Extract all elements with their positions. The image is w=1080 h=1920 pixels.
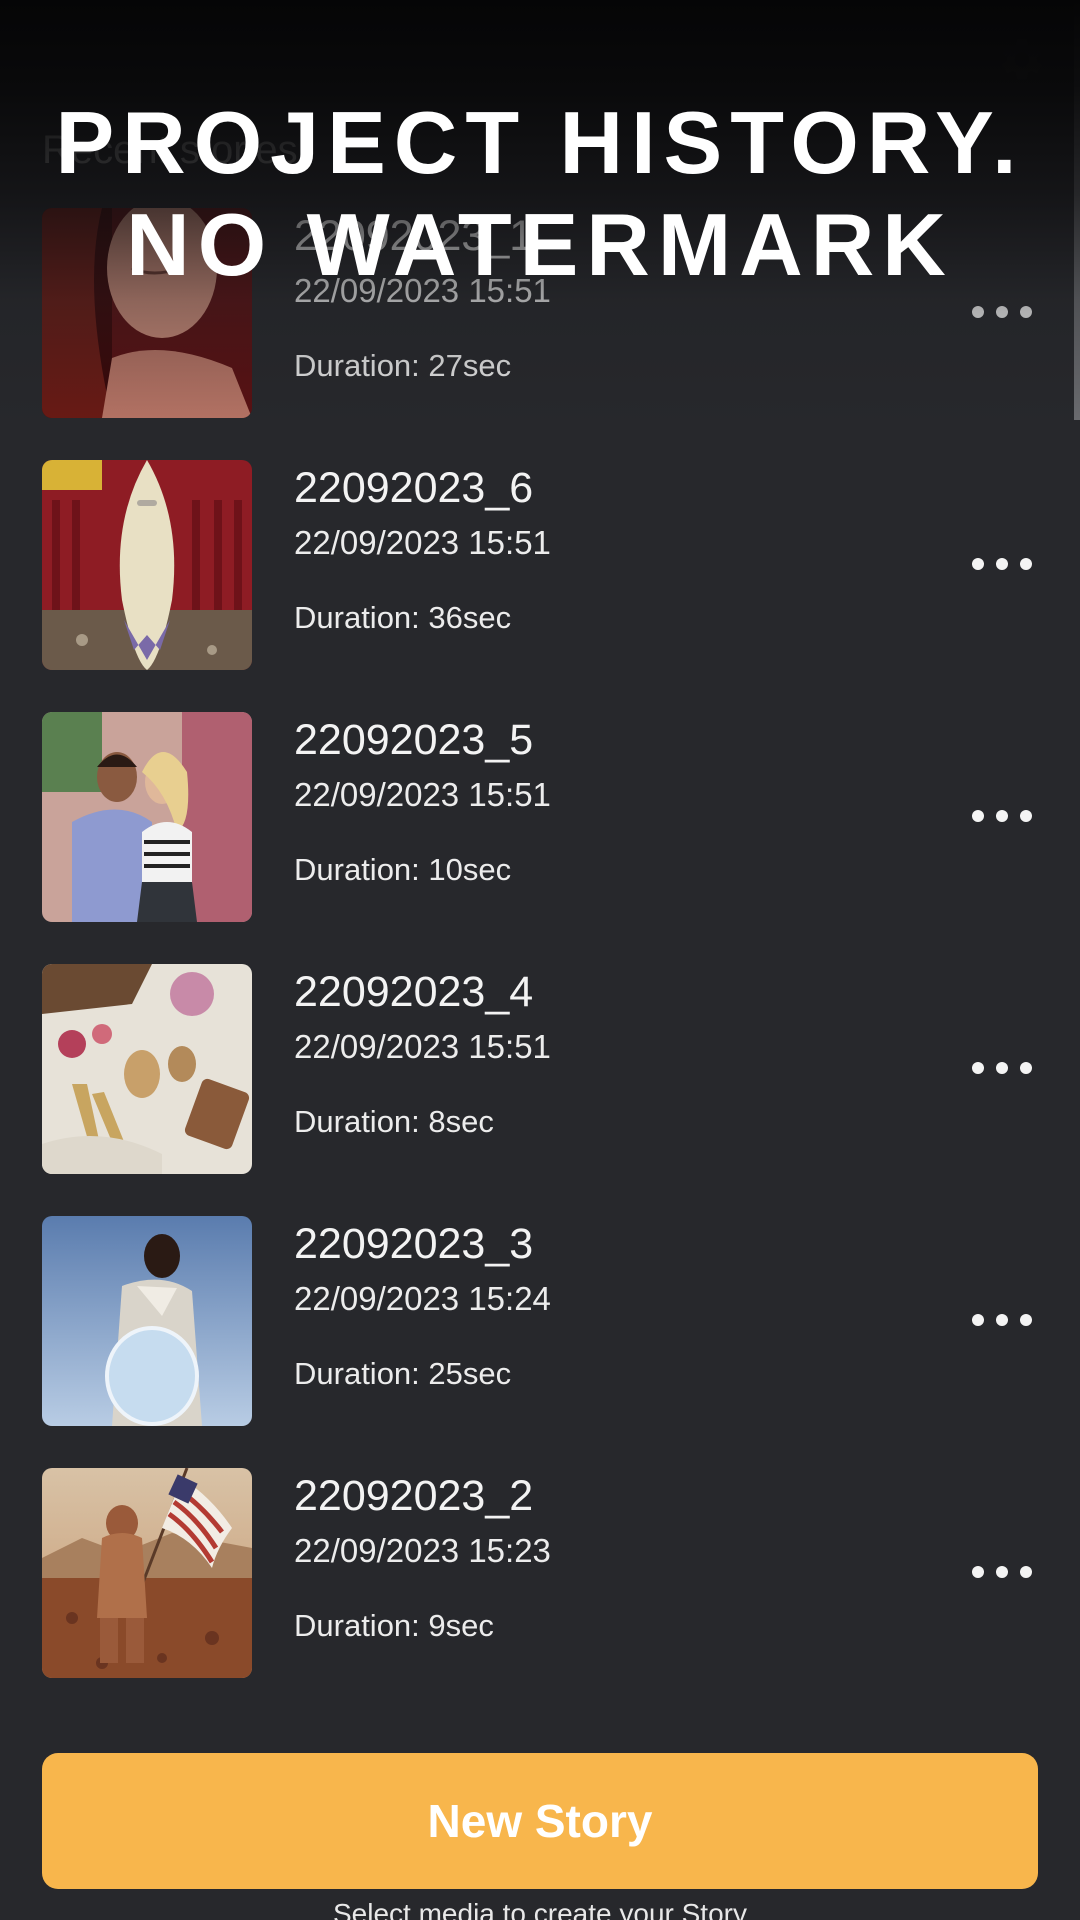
more-options-button[interactable] <box>972 1554 1032 1590</box>
more-horizontal-icon <box>1020 1062 1032 1074</box>
more-horizontal-icon <box>972 810 984 822</box>
story-name: 22092023_1 <box>294 212 534 260</box>
new-story-button[interactable]: New Story <box>42 1753 1038 1889</box>
new-story-hint: Select media to create your Story <box>333 1898 747 1920</box>
more-options-button[interactable] <box>972 1302 1032 1338</box>
more-horizontal-icon <box>996 810 1008 822</box>
more-horizontal-icon <box>1020 558 1032 570</box>
astronaut-flag-image <box>42 1468 252 1678</box>
story-item[interactable]: 22092023_5 22/09/2023 15:51 Duration: 10… <box>0 712 1080 922</box>
couple-image <box>42 712 252 922</box>
more-horizontal-icon <box>972 1062 984 1074</box>
more-options-button[interactable] <box>972 1050 1032 1086</box>
more-horizontal-icon <box>1020 1314 1032 1326</box>
story-name: 22092023_5 <box>294 716 534 764</box>
more-options-button[interactable] <box>972 546 1032 582</box>
story-date: 22/09/2023 15:24 <box>294 1280 551 1317</box>
story-date: 22/09/2023 15:51 <box>294 776 551 813</box>
accessories-image <box>42 964 252 1174</box>
story-date: 22/09/2023 15:23 <box>294 1532 551 1569</box>
story-item[interactable]: 22092023_2 22/09/2023 15:23 Duration: 9s… <box>0 1468 1080 1678</box>
more-options-button[interactable] <box>972 798 1032 834</box>
more-horizontal-icon <box>996 1314 1008 1326</box>
more-horizontal-icon <box>972 1566 984 1578</box>
story-duration: Duration: 10sec <box>294 852 512 887</box>
more-horizontal-icon <box>972 558 984 570</box>
story-thumbnail[interactable] <box>42 460 252 670</box>
story-thumbnail[interactable] <box>42 208 252 418</box>
scrollbar[interactable] <box>1074 0 1080 420</box>
story-thumbnail[interactable] <box>42 1216 252 1426</box>
story-item[interactable]: 22092023_4 22/09/2023 15:51 Duration: 8s… <box>0 964 1080 1174</box>
more-horizontal-icon <box>996 1566 1008 1578</box>
story-duration: Duration: 27sec <box>294 348 512 383</box>
story-duration: Duration: 8sec <box>294 1104 494 1139</box>
story-duration: Duration: 9sec <box>294 1608 494 1643</box>
more-horizontal-icon <box>972 306 984 318</box>
more-horizontal-icon <box>1020 306 1032 318</box>
woman-portrait-image <box>42 208 252 418</box>
story-date: 22/09/2023 15:51 <box>294 524 551 561</box>
story-name: 22092023_6 <box>294 464 534 512</box>
story-item[interactable]: 22092023_3 22/09/2023 15:24 Duration: 25… <box>0 1216 1080 1426</box>
story-item[interactable]: 22092023_6 22/09/2023 15:51 Duration: 36… <box>0 460 1080 670</box>
more-horizontal-icon <box>996 1062 1008 1074</box>
story-date: 22/09/2023 15:51 <box>294 1028 551 1065</box>
story-duration: Duration: 36sec <box>294 600 512 635</box>
story-name: 22092023_4 <box>294 968 534 1016</box>
gear-icon <box>1002 39 1042 80</box>
recent-stories-screen: Recent stories 22092023_1 22/09/2023 15:… <box>0 0 1080 1920</box>
story-duration: Duration: 25sec <box>294 1356 512 1391</box>
story-date: 22/09/2023 15:51 <box>294 272 551 309</box>
more-horizontal-icon <box>972 1314 984 1326</box>
man-mirror-image <box>42 1216 252 1426</box>
story-name: 22092023_2 <box>294 1472 534 1520</box>
story-name: 22092023_3 <box>294 1220 534 1268</box>
more-horizontal-icon <box>1020 1566 1032 1578</box>
section-title: Recent stories <box>42 128 298 172</box>
settings-button[interactable] <box>994 32 1050 88</box>
story-thumbnail[interactable] <box>42 712 252 922</box>
more-horizontal-icon <box>996 306 1008 318</box>
more-horizontal-icon <box>1020 810 1032 822</box>
more-horizontal-icon <box>996 558 1008 570</box>
story-thumbnail[interactable] <box>42 1468 252 1678</box>
story-item[interactable]: 22092023_1 22/09/2023 15:51 Duration: 27… <box>0 208 1080 418</box>
story-thumbnail[interactable] <box>42 964 252 1174</box>
surfboard-image <box>42 460 252 670</box>
more-options-button[interactable] <box>972 294 1032 330</box>
